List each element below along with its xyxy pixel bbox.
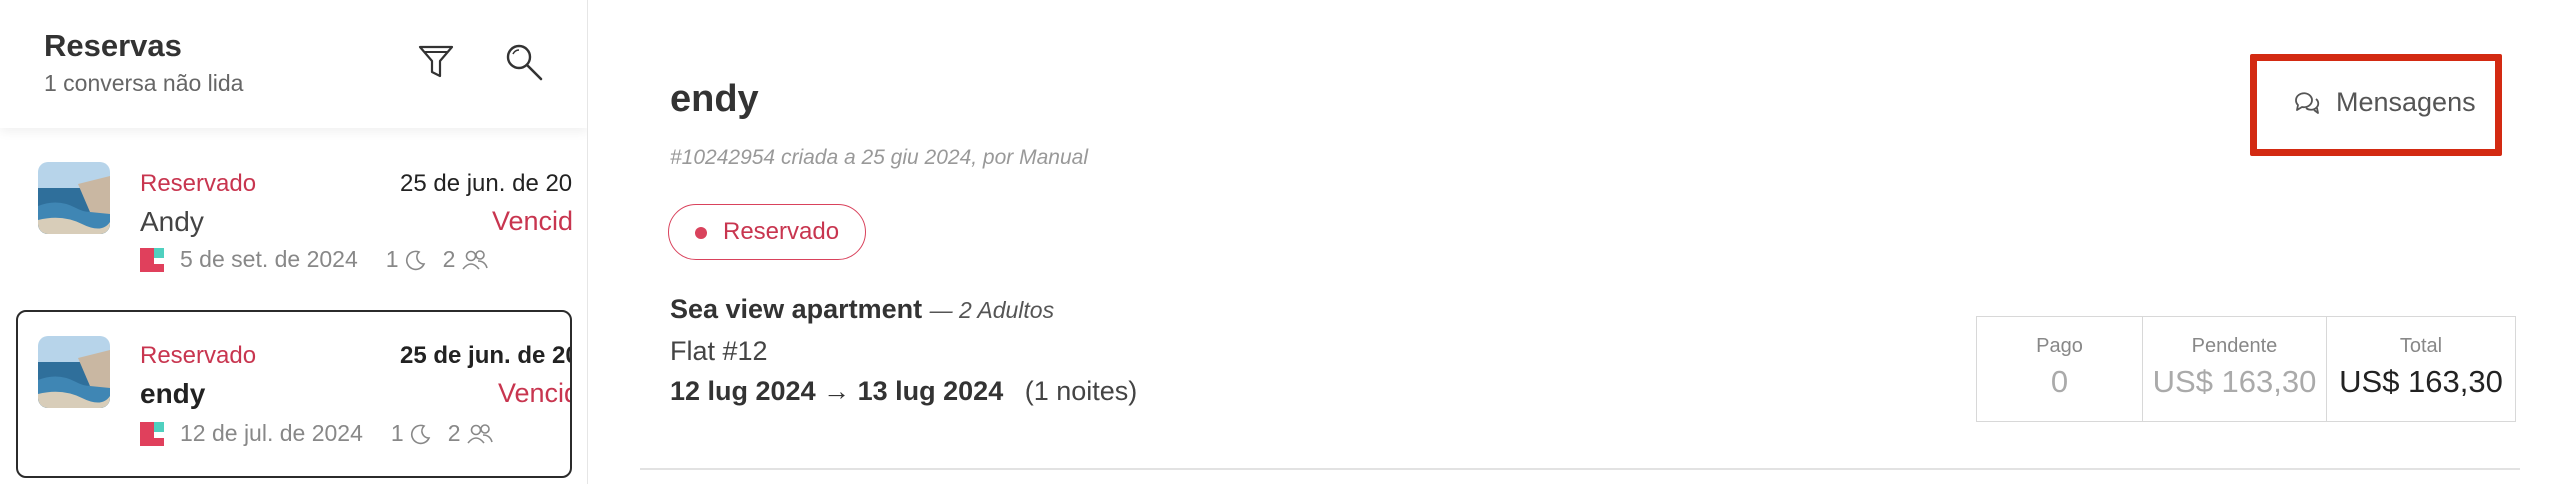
beach-thumbnail	[38, 162, 110, 234]
nights-count: (1 noites)	[1024, 376, 1138, 406]
guests-count: 2	[447, 420, 461, 446]
guest-name: endy	[140, 378, 206, 409]
unit-name: Flat #12	[670, 336, 768, 366]
conversation-item[interactable]: Reservado 25 de jun. de 2024 Andy Vencid…	[16, 140, 572, 308]
pending-label: Pendente	[2191, 335, 2278, 357]
paid-cell: Pago 0	[1977, 317, 2143, 421]
payment-summary: Pago 0 Pendente US$ 163,30 Total US$ 163…	[1976, 316, 2516, 422]
status-label: Reservado	[723, 218, 840, 245]
pending-cell: Pendente US$ 163,30	[2143, 317, 2327, 421]
people-icon	[466, 423, 494, 445]
messages-button[interactable]: Mensagens	[2292, 78, 2476, 126]
overdue-label: Vencido	[492, 206, 572, 236]
filter-icon	[418, 45, 454, 78]
sidebar-header: Reservas 1 conversa não lida	[0, 0, 587, 128]
channel-flag-icon	[140, 247, 164, 272]
sidebar-title: Reservas	[44, 28, 182, 63]
people-icon	[461, 249, 489, 271]
chat-bubbles-icon	[2292, 88, 2322, 116]
reservation-detail: endy #10242954 criada a 25 giu 2024, por…	[590, 0, 2556, 484]
guests-count: 2	[442, 246, 456, 272]
reservations-sidebar: Reservas 1 conversa não lida Reservado 2…	[0, 0, 588, 484]
arrow-icon: →	[823, 376, 851, 406]
reservation-status-badge[interactable]: Reservado	[668, 204, 867, 260]
conversation-item-selected[interactable]: Reservado 25 de jun. de 2024 endy Vencid…	[16, 310, 572, 478]
filter-button[interactable]	[412, 38, 460, 86]
search-button[interactable]	[500, 38, 548, 86]
property-name: Sea view apartment	[670, 294, 923, 324]
beach-thumbnail	[38, 336, 110, 408]
reservation-meta: #10242954 criada a 25 giu 2024, por Manu…	[670, 146, 1088, 169]
total-value: US$ 163,30	[2339, 364, 2503, 399]
property-line: Sea view apartment — 2 Adultos	[670, 294, 1054, 325]
total-cell: Total US$ 163,30	[2327, 317, 2515, 421]
unread-count: 1 conversa não lida	[44, 70, 244, 96]
checkin-date: 12 lug 2024	[670, 376, 816, 406]
conversation-status: Reservado	[140, 342, 257, 369]
nights-count: 1	[385, 246, 399, 272]
conversation-meta: 5 de set. de 2024 1 2	[140, 246, 495, 273]
checkout-date: 13 lug 2024	[857, 376, 1004, 406]
checkin-date: 5 de set. de 2024	[180, 246, 358, 272]
pending-value: US$ 163,30	[2152, 364, 2317, 399]
conversation-meta: 12 de jul. de 2024 1 2	[140, 420, 500, 447]
channel-flag-icon	[140, 421, 164, 446]
stay-dates: 12 lug 2024 → 13 lug 2024 (1 noites)	[670, 376, 1137, 407]
reservation-guest-name: endy	[670, 78, 759, 120]
paid-value: 0	[2050, 364, 2069, 399]
messages-label: Mensagens	[2336, 86, 2476, 117]
overdue-label: Vencido	[498, 378, 570, 408]
section-divider	[640, 468, 2520, 470]
conversation-date: 25 de jun. de 2024	[400, 170, 572, 197]
search-icon	[506, 44, 543, 81]
nights-count: 1	[390, 420, 404, 446]
moon-icon	[405, 249, 427, 271]
guest-name: Andy	[140, 206, 204, 237]
occupancy: — 2 Adultos	[929, 297, 1055, 323]
paid-label: Pago	[2036, 335, 2083, 357]
moon-icon	[410, 423, 432, 445]
total-label: Total	[2399, 335, 2443, 357]
conversation-status: Reservado	[140, 170, 257, 197]
checkin-date: 12 de jul. de 2024	[180, 420, 363, 446]
conversation-date: 25 de jun. de 2024	[400, 342, 570, 369]
